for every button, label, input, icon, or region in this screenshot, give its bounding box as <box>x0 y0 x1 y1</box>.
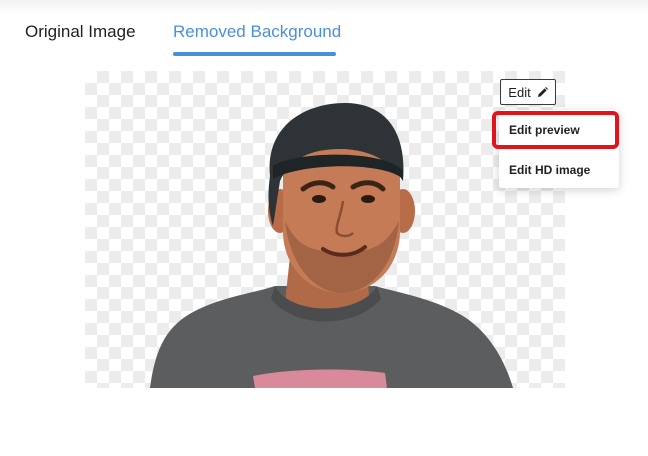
menu-item-edit-hd-image[interactable]: Edit HD image <box>499 150 619 189</box>
person-photo <box>150 103 513 388</box>
page: Original Image Removed Background Edit E… <box>0 0 648 456</box>
pencil-icon <box>537 86 548 97</box>
tab-removed-background[interactable]: Removed Background <box>173 22 341 42</box>
right-eye <box>361 195 375 203</box>
edit-button-label: Edit <box>508 84 531 100</box>
image-preview <box>85 71 565 388</box>
left-eye <box>312 195 326 203</box>
edit-dropdown-menu: Edit preview Edit HD image <box>499 110 619 188</box>
edit-button[interactable]: Edit <box>500 79 556 105</box>
active-tab-indicator <box>173 52 336 56</box>
tab-original-image[interactable]: Original Image <box>25 22 136 42</box>
menu-item-edit-preview[interactable]: Edit preview <box>499 110 619 149</box>
header-shadow <box>0 0 648 14</box>
